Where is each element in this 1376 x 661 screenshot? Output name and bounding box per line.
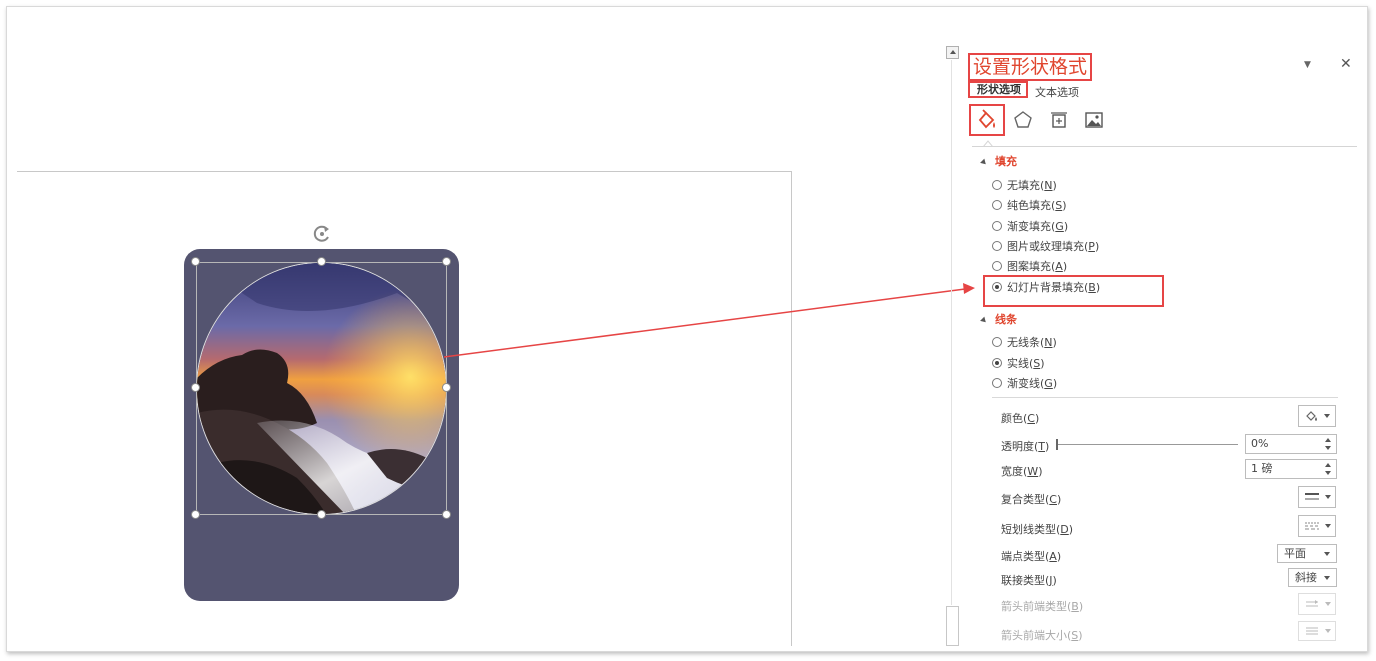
transparency-slider-thumb[interactable] — [1056, 439, 1058, 450]
icon-bar-divider — [972, 146, 1357, 147]
line-color-dropdown[interactable] — [1298, 405, 1336, 427]
compound-lines-icon — [1304, 493, 1319, 500]
radio-button[interactable] — [992, 200, 1002, 210]
line-color-label: 颜色(C) — [1001, 412, 1040, 425]
dash-type-dropdown[interactable] — [1298, 515, 1336, 537]
pane-options-icon[interactable]: ▼ — [1304, 60, 1311, 70]
picture-icon[interactable] — [1076, 104, 1112, 136]
radio-button[interactable] — [992, 378, 1002, 388]
tab-text-options[interactable]: 文本选项 — [1035, 84, 1079, 100]
radio-button[interactable] — [992, 221, 1002, 231]
line-section-header[interactable]: 线条 — [980, 311, 1017, 327]
collapse-triangle-icon — [980, 316, 988, 324]
radio-button[interactable] — [992, 261, 1002, 271]
width-input[interactable]: 1 磅 — [1245, 459, 1337, 479]
line-option-solid[interactable]: 实线(S) — [992, 355, 1045, 371]
chevron-down-icon — [1324, 495, 1331, 499]
line-option-gradient[interactable]: 渐变线(G) — [992, 375, 1057, 391]
cap-type-label: 端点类型(A) — [1001, 550, 1062, 563]
collapse-triangle-icon — [980, 158, 988, 166]
chevron-down-icon — [1324, 524, 1331, 528]
arrow-begin-type-dropdown[interactable] — [1298, 593, 1336, 615]
compound-type-label: 复合类型(C) — [1001, 493, 1062, 506]
fill-option-none[interactable]: 无填充(N) — [992, 177, 1057, 193]
chevron-down-icon — [1324, 552, 1330, 556]
transparency-input[interactable]: 0% — [1245, 434, 1337, 454]
scroll-up-button[interactable] — [946, 46, 959, 59]
chevron-down-icon — [1324, 629, 1331, 633]
highlight-box — [983, 275, 1164, 307]
join-type-label: 联接类型(J) — [1001, 574, 1057, 587]
chevron-down-icon — [1323, 414, 1330, 418]
fill-option-gradient[interactable]: 渐变填充(G) — [992, 218, 1068, 234]
radio-button-selected[interactable] — [992, 358, 1002, 368]
cap-type-select[interactable]: 平面 — [1277, 544, 1337, 563]
close-icon[interactable]: ✕ — [1340, 56, 1352, 72]
pane-title: 设置形状格式 — [968, 53, 1093, 81]
scroll-thumb[interactable] — [946, 606, 959, 646]
fill-section-header[interactable]: 填充 — [980, 153, 1017, 169]
annotation-arrow — [443, 283, 975, 358]
effects-pentagon-icon[interactable] — [1005, 104, 1041, 136]
chevron-down-icon — [1324, 602, 1331, 606]
transparency-label: 透明度(T) — [1001, 440, 1050, 453]
chevron-down-icon — [1324, 576, 1330, 580]
line-option-none[interactable]: 无线条(N) — [992, 334, 1057, 350]
size-properties-icon[interactable] — [1041, 104, 1077, 136]
radio-button[interactable] — [992, 337, 1002, 347]
dash-lines-icon — [1304, 522, 1319, 530]
arrow-begin-type-label: 箭头前端类型(B) — [1001, 600, 1084, 613]
paint-bucket-icon — [1305, 411, 1317, 421]
fill-line-icon[interactable] — [969, 104, 1005, 136]
spin-arrows-icon[interactable] — [1325, 462, 1332, 476]
width-label: 宽度(W) — [1001, 465, 1043, 478]
join-type-select[interactable]: 斜接 — [1288, 568, 1337, 587]
arrow-begin-size-dropdown[interactable] — [1298, 621, 1336, 641]
radio-button[interactable] — [992, 180, 1002, 190]
fill-option-pattern[interactable]: 图案填充(A) — [992, 258, 1067, 274]
arrow-begin-size-label: 箭头前端大小(S) — [1001, 629, 1083, 642]
section-divider — [992, 397, 1338, 398]
spin-arrows-icon[interactable] — [1325, 437, 1332, 451]
dash-type-label: 短划线类型(D) — [1001, 523, 1074, 536]
radio-button[interactable] — [992, 241, 1002, 251]
scroll-track[interactable] — [951, 60, 952, 605]
fill-option-picture[interactable]: 图片或纹理填充(P) — [992, 238, 1099, 254]
compound-type-dropdown[interactable] — [1298, 486, 1336, 508]
fill-option-solid[interactable]: 纯色填充(S) — [992, 197, 1067, 213]
category-icon-bar — [968, 104, 1358, 136]
arrow-size-icon — [1305, 627, 1318, 635]
tab-shape-options[interactable]: 形状选项 — [968, 81, 1028, 98]
transparency-slider[interactable] — [1058, 444, 1238, 445]
arrow-type-icon — [1305, 600, 1318, 607]
